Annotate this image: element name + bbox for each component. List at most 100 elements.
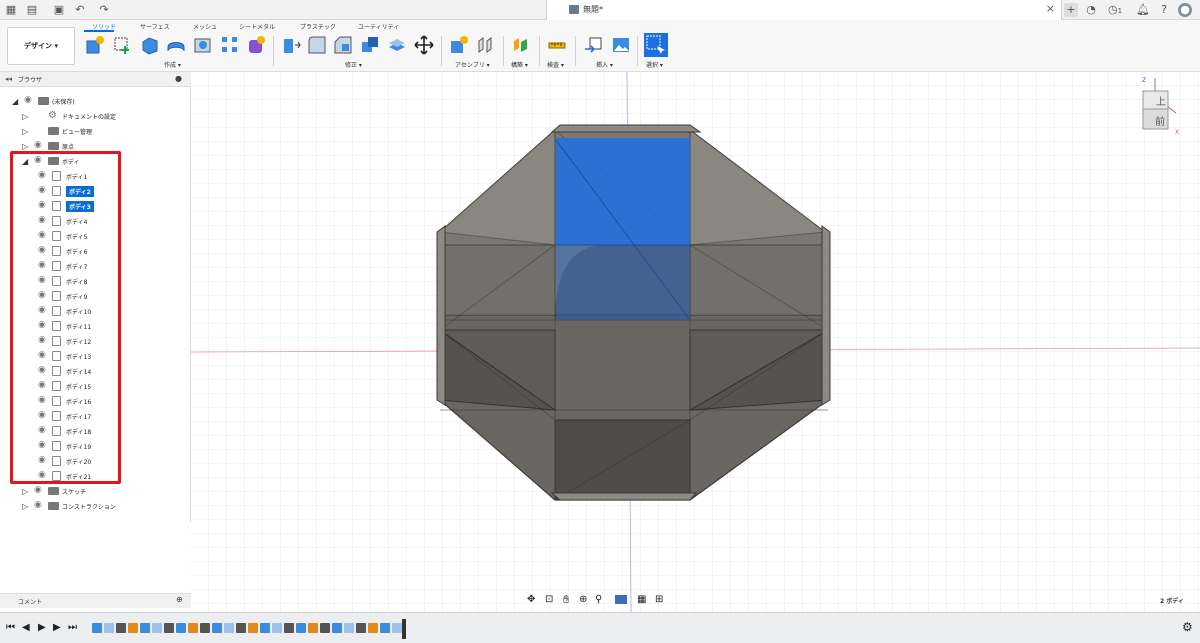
group-insert[interactable]: 挿入 ▾ <box>596 60 613 69</box>
fit-icon[interactable]: ⚲ <box>595 594 602 605</box>
go-to-end-icon[interactable]: ⏭ <box>68 622 77 633</box>
group-assembly[interactable]: アセンブリ ▾ <box>455 60 490 69</box>
comments-panel[interactable]: コメント ⊕ <box>0 593 191 608</box>
document-settings[interactable]: ▷ ⚙ ドキュメントの設定 <box>0 109 190 124</box>
selected-body-3[interactable] <box>556 245 690 320</box>
file-menu-icon[interactable]: ▤ <box>25 3 39 17</box>
view-cube[interactable]: Z 上 前 X <box>1142 77 1179 136</box>
visibility-eye-icon[interactable]: ◉ <box>34 501 45 510</box>
timeline-feature-icon[interactable] <box>104 623 114 633</box>
document-tab[interactable]: 無題* × <box>546 0 1062 20</box>
select-icon[interactable] <box>644 33 668 57</box>
timeline-feature-icon[interactable] <box>236 623 246 633</box>
revolve-icon[interactable] <box>166 35 186 55</box>
timeline-feature-icon[interactable] <box>392 623 402 633</box>
timeline-feature-icon[interactable] <box>284 623 294 633</box>
timeline-feature-icon[interactable] <box>332 623 342 633</box>
tab-surface[interactable]: サーフェス <box>140 22 170 31</box>
notifications-icon[interactable]: 🔔︎ <box>1136 3 1150 17</box>
press-pull-icon[interactable] <box>281 35 301 55</box>
step-forward-icon[interactable]: ▶ <box>53 622 61 633</box>
jobs-icon[interactable]: ◔ <box>1084 3 1098 17</box>
visibility-eye-icon[interactable] <box>34 126 45 135</box>
timeline-feature-icon[interactable] <box>212 623 222 633</box>
clock-icon[interactable]: ◷1 <box>1104 3 1126 17</box>
tab-sheetmetal[interactable]: シートメタル <box>239 22 275 31</box>
visibility-eye-icon[interactable] <box>34 111 45 120</box>
expand-arrow-icon[interactable]: ▷ <box>22 487 28 496</box>
timeline-feature-icon[interactable] <box>224 623 234 633</box>
new-component-assembly-icon[interactable] <box>449 35 469 55</box>
visibility-eye-icon[interactable]: ◉ <box>34 141 45 150</box>
offset-plane-icon[interactable] <box>511 35 531 55</box>
selected-body-2[interactable] <box>556 138 690 245</box>
timeline-feature-icon[interactable] <box>308 623 318 633</box>
collapse-panel-icon[interactable]: ◂◂ <box>5 75 12 83</box>
tab-plastic[interactable]: プラスチック <box>300 22 336 31</box>
redo-icon[interactable]: ↷ <box>97 3 111 17</box>
new-component-icon[interactable] <box>85 35 105 55</box>
create-form-icon[interactable] <box>246 35 266 55</box>
timeline-feature-icon[interactable] <box>92 623 102 633</box>
expand-arrow-icon[interactable]: ▷ <box>22 502 28 511</box>
visibility-eye-icon[interactable]: ◉ <box>24 96 35 105</box>
group-create[interactable]: 作成 ▾ <box>164 60 181 69</box>
3d-viewport[interactable] <box>191 72 1200 612</box>
timeline-feature-icon[interactable] <box>116 623 126 633</box>
timeline-feature-icon[interactable] <box>140 623 150 633</box>
timeline-feature-icon[interactable] <box>320 623 330 633</box>
chamfer-icon[interactable] <box>333 35 353 55</box>
timeline-feature-icon[interactable] <box>128 623 138 633</box>
timeline-feature-icon[interactable] <box>188 623 198 633</box>
timeline-feature-icon[interactable] <box>272 623 282 633</box>
expand-arrow-icon[interactable]: ▷ <box>22 142 28 151</box>
measure-icon[interactable] <box>547 35 567 55</box>
tab-mesh[interactable]: メッシュ <box>193 22 217 31</box>
viewcube-top-face[interactable]: 上 <box>1156 93 1166 108</box>
collapse-arrow-icon[interactable]: ◢ <box>12 97 18 106</box>
timeline-feature-icon[interactable] <box>248 623 258 633</box>
go-to-start-icon[interactable]: ⏮ <box>6 622 15 633</box>
add-comment-icon[interactable]: ⊕ <box>176 595 183 604</box>
combine-icon[interactable] <box>360 35 380 55</box>
viewport-canvas[interactable] <box>191 72 1200 612</box>
insert-derive-icon[interactable] <box>584 35 604 55</box>
timeline-feature-icon[interactable] <box>356 623 366 633</box>
orbit-icon[interactable]: ✥ <box>527 594 535 605</box>
user-avatar-icon[interactable]: ● <box>1178 3 1192 17</box>
browser-root[interactable]: ◢ ◉ (未保存) <box>0 94 190 109</box>
save-icon[interactable]: ▣ <box>52 3 66 17</box>
move-icon[interactable] <box>414 35 434 55</box>
named-views[interactable]: ▷ ビュー管理 <box>0 124 190 139</box>
expand-arrow-icon[interactable]: ▷ <box>22 112 28 121</box>
help-icon[interactable]: ? <box>1157 3 1171 17</box>
timeline-feature-icon[interactable] <box>380 623 390 633</box>
timeline-settings-icon[interactable]: ⚙ <box>1182 620 1193 634</box>
look-at-icon[interactable]: ⊡ <box>545 594 553 605</box>
apps-grid-icon[interactable]: ▦ <box>4 3 18 17</box>
fillet-icon[interactable] <box>307 35 327 55</box>
grid-settings-icon[interactable]: ▦ <box>637 594 646 605</box>
viewports-icon[interactable]: ⊞ <box>655 594 663 605</box>
step-back-icon[interactable]: ◀ <box>22 622 30 633</box>
display-settings-icon[interactable] <box>615 595 627 604</box>
insert-canvas-icon[interactable] <box>611 35 631 55</box>
hole-icon[interactable] <box>193 35 213 55</box>
pattern-icon[interactable] <box>220 35 240 55</box>
offset-face-icon[interactable] <box>387 35 407 55</box>
zoom-icon[interactable]: ⊕ <box>579 594 587 605</box>
group-inspect[interactable]: 検査 ▾ <box>547 60 564 69</box>
group-modify[interactable]: 修正 ▾ <box>345 60 362 69</box>
timeline-feature-icon[interactable] <box>200 623 210 633</box>
new-tab-icon[interactable]: + <box>1064 3 1078 17</box>
group-select[interactable]: 選択 ▾ <box>646 60 663 69</box>
visibility-eye-icon[interactable]: ◉ <box>34 486 45 495</box>
timeline-feature-icon[interactable] <box>344 623 354 633</box>
tab-utility[interactable]: ユーティリティ <box>358 22 399 31</box>
pan-icon[interactable]: ✋︎ <box>563 593 569 607</box>
timeline-feature-icon[interactable] <box>176 623 186 633</box>
timeline-feature-icon[interactable] <box>260 623 270 633</box>
sketches-folder[interactable]: ▷ ◉ スケッチ <box>0 484 190 499</box>
close-icon[interactable]: × <box>1046 2 1055 15</box>
timeline-feature-icon[interactable] <box>152 623 162 633</box>
